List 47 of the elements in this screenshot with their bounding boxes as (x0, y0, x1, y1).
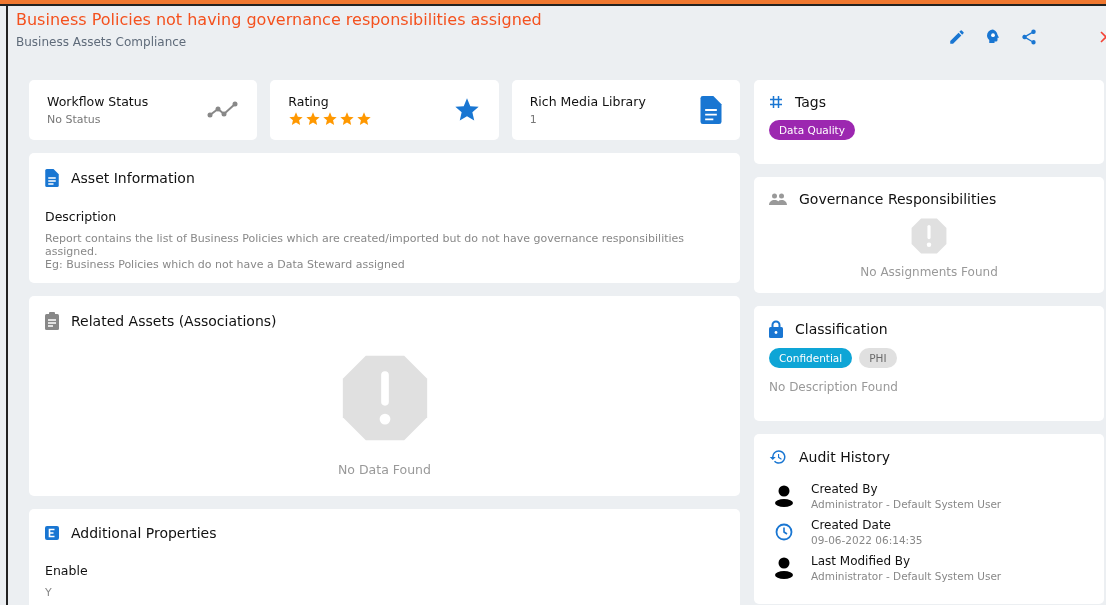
field-label: Description (45, 209, 118, 224)
stat-value: No Status (47, 113, 102, 126)
user-icon (775, 557, 793, 579)
stat-value: 1 (529, 113, 538, 126)
field-label: Enable (45, 563, 89, 578)
user-icon (775, 485, 793, 507)
section-title: Asset Information (71, 170, 195, 186)
clock-icon (775, 523, 793, 541)
audit-label: Created By (811, 482, 879, 496)
section-title: Related Assets (Associations) (71, 313, 277, 329)
empty-state-text: No Assignments Found (860, 265, 998, 279)
tag-chip[interactable]: Data Quality (769, 120, 855, 140)
document-icon (45, 169, 59, 187)
audit-label: Created Date (811, 518, 892, 532)
stat-label: Rich Media Library (529, 94, 646, 109)
stat-label: Rating (288, 93, 330, 109)
line-chart-icon (207, 101, 240, 119)
warning-octagon-icon (910, 217, 948, 255)
history-icon (769, 448, 787, 466)
page-title: Business Policies not having governance responsibilities assigned (16, 10, 542, 29)
head-gear-icon[interactable] (984, 28, 1002, 46)
audit-value: Administrator - Default System User (811, 570, 1002, 582)
audit-value: 09-06-2022 06:14:35 (811, 534, 923, 546)
classification-chip[interactable]: PHI (859, 348, 897, 368)
description-text: Eg: Business Policies which do not have a Data Steward assigned (45, 258, 406, 271)
section-title: Tags (795, 94, 826, 110)
letter-e-icon (45, 526, 59, 540)
document-icon (700, 96, 722, 124)
section-title: Additional Properties (71, 525, 217, 541)
section-title: Classification (795, 321, 888, 337)
share-icon[interactable] (1020, 28, 1038, 46)
hash-icon (769, 95, 783, 109)
empty-state-text: No Description Found (769, 380, 899, 394)
people-icon (769, 193, 787, 205)
clipboard-icon (45, 312, 59, 330)
section-title: Governance Responsibilities (799, 191, 997, 207)
edit-icon[interactable] (948, 28, 966, 46)
audit-label: Last Modified By (811, 554, 912, 568)
stat-label: Workflow Status (47, 94, 149, 109)
empty-state-text: No Data Found (338, 462, 431, 477)
page-subtitle: Business Assets Compliance (16, 35, 188, 49)
classification-chip[interactable]: Confidential (769, 348, 853, 368)
lock-icon (769, 320, 783, 338)
field-value: Y (45, 586, 53, 599)
audit-value: Administrator - Default System User (811, 498, 1002, 510)
description-text: Report contains the list of Business Policies which are created/imported but do not have governance responsibilities assigned. (45, 232, 686, 258)
section-title: Audit History (799, 449, 890, 465)
